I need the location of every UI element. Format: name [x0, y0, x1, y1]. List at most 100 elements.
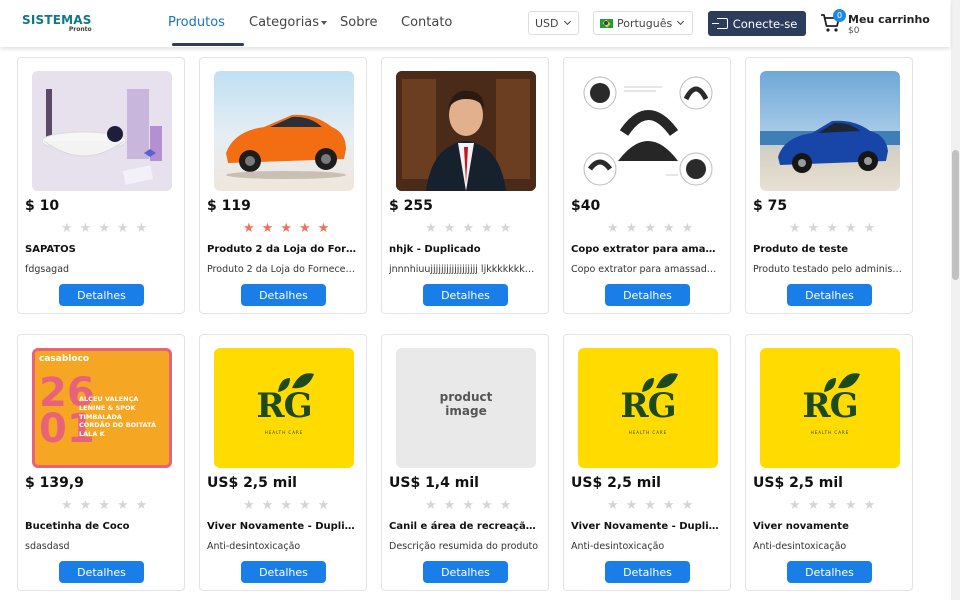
- star-icon: ★: [116, 221, 129, 236]
- star-icon: ★: [135, 221, 148, 236]
- star-icon: ★: [61, 498, 73, 513]
- details-button[interactable]: Detalhes: [241, 561, 326, 583]
- chevron-down-icon: [563, 17, 571, 26]
- product-description: jnnnhiuujjjjjjjjjjjjjjjjjj ljkkkkkkkkkkk: [389, 264, 539, 275]
- star-icon: ★: [826, 221, 838, 236]
- details-button[interactable]: Detalhes: [59, 561, 144, 583]
- star-icon: ★: [644, 498, 656, 513]
- star-icon: ★: [98, 498, 110, 513]
- star-icon: ★: [662, 498, 675, 513]
- nav-link-contato[interactable]: Contato: [401, 15, 452, 30]
- currency-select[interactable]: USD: [528, 11, 579, 35]
- product-description: Anti-desintoxicação: [571, 541, 665, 552]
- product-card: product image US$ 1,4 mil ★ ★ ★ ★ ★ Canil e …: [381, 334, 549, 591]
- product-image[interactable]: [578, 71, 718, 191]
- star-icon: ★: [280, 498, 292, 513]
- star-icon: ★: [317, 221, 330, 236]
- star-icon: ★: [844, 498, 857, 513]
- product-image[interactable]: RG HEALTH CARE: [214, 348, 354, 468]
- star-icon: ★: [317, 498, 330, 513]
- rg-logo: RG: [256, 386, 312, 426]
- star-icon: ★: [625, 498, 638, 513]
- product-image[interactable]: [760, 71, 900, 191]
- brand-name: SISTEMAS: [22, 13, 92, 27]
- rating-stars: ★ ★ ★ ★ ★: [789, 221, 875, 236]
- product-image[interactable]: RG HEALTH CARE: [578, 348, 718, 468]
- product-card: RG HEALTH CARE US$ 2,5 mil ★ ★ ★ ★ ★ Viver N…: [563, 334, 731, 591]
- rg-tagline: HEALTH CARE: [810, 430, 850, 435]
- rg-tagline: HEALTH CARE: [264, 430, 304, 435]
- star-icon: ★: [79, 498, 92, 513]
- details-button[interactable]: Detalhes: [423, 561, 508, 583]
- nav-link-sobre[interactable]: Sobre: [340, 15, 378, 30]
- product-name[interactable]: Produto de teste: [753, 244, 903, 255]
- product-card: $ 75 ★ ★ ★ ★ ★ Produto de teste Produto test…: [745, 57, 913, 314]
- star-icon: ★: [61, 221, 73, 236]
- brazil-flag-icon: [600, 18, 613, 28]
- product-card: casabloco 26 01 ALCEU VALENÇA LENINE & S…: [17, 334, 185, 591]
- star-icon: ★: [499, 498, 512, 513]
- nav-link-categorias[interactable]: Categorias: [249, 15, 319, 30]
- language-value: Português: [617, 16, 673, 30]
- product-description: Copo extrator para amassados em carros: [571, 264, 721, 275]
- star-icon: ★: [280, 221, 292, 236]
- details-button[interactable]: Detalhes: [787, 561, 872, 583]
- product-image[interactable]: [396, 71, 536, 191]
- login-label: Conecte-se: [732, 16, 798, 31]
- details-button[interactable]: Detalhes: [241, 284, 326, 306]
- star-icon: ★: [298, 498, 311, 513]
- product-name[interactable]: Canil e área de recreação para cães: [389, 521, 539, 532]
- star-icon: ★: [443, 498, 456, 513]
- rating-stars: ★ ★ ★ ★ ★: [243, 498, 329, 513]
- login-button[interactable]: Conecte-se: [708, 11, 806, 36]
- blue-car-illustration: [760, 120, 900, 173]
- caret-down-icon[interactable]: [321, 21, 327, 25]
- cart-total: $0: [848, 26, 860, 36]
- cart-title[interactable]: Meu carrinho: [848, 13, 930, 26]
- active-nav-indicator: [172, 43, 244, 46]
- star-icon: ★: [243, 498, 255, 513]
- rating-stars: ★ ★ ★ ★ ★: [425, 498, 511, 513]
- currency-value: USD: [535, 16, 559, 30]
- top-navbar: SISTEMAS Pronto Produtos Categorias Sobr…: [0, 0, 950, 47]
- brand-logo[interactable]: SISTEMAS Pronto: [22, 14, 92, 33]
- product-image[interactable]: product image: [396, 348, 536, 468]
- details-button[interactable]: Detalhes: [605, 284, 690, 306]
- details-button[interactable]: Detalhes: [605, 561, 690, 583]
- person-illustration: [396, 71, 536, 191]
- product-description: Anti-desintoxicação: [753, 541, 847, 552]
- details-button[interactable]: Detalhes: [59, 284, 144, 306]
- star-icon: ★: [863, 221, 876, 236]
- product-image[interactable]: [32, 71, 172, 191]
- product-name[interactable]: nhjk - Duplicado: [389, 244, 539, 255]
- star-icon: ★: [844, 221, 857, 236]
- rg-logo: RG: [620, 386, 676, 426]
- product-image[interactable]: RG HEALTH CARE: [760, 348, 900, 468]
- product-name[interactable]: Viver Novamente - Duplicado - Duplicado: [207, 521, 357, 532]
- product-image[interactable]: casabloco 26 01 ALCEU VALENÇA LENINE & S…: [32, 348, 172, 468]
- product-name[interactable]: Bucetinha de Coco: [25, 521, 175, 532]
- details-button[interactable]: Detalhes: [423, 284, 508, 306]
- star-icon: ★: [789, 221, 801, 236]
- product-name[interactable]: Viver Novamente - Duplicado: [571, 521, 721, 532]
- product-description: fdgsagad: [25, 264, 70, 275]
- cart-button[interactable]: 0: [820, 9, 846, 34]
- product-name[interactable]: SAPATOS: [25, 244, 175, 255]
- sink-illustration: [32, 71, 172, 191]
- product-name[interactable]: Produto 2 da Loja do Fornecedor: [207, 244, 357, 255]
- scrollbar-thumb[interactable]: [952, 150, 959, 280]
- product-name[interactable]: Copo extrator para amassados: [571, 244, 721, 255]
- star-icon: ★: [625, 221, 638, 236]
- language-select[interactable]: Português: [593, 11, 693, 35]
- star-icon: ★: [480, 221, 493, 236]
- poster-date: 26 01: [39, 370, 95, 452]
- star-icon: ★: [662, 221, 675, 236]
- suction-cup-illustration: [583, 76, 713, 186]
- placeholder-label: product image: [439, 390, 493, 419]
- page-scrollbar[interactable]: [951, 0, 960, 600]
- details-button[interactable]: Detalhes: [787, 284, 872, 306]
- product-description: Anti-desintoxicação: [207, 541, 301, 552]
- nav-link-produtos[interactable]: Produtos: [168, 15, 225, 30]
- product-image[interactable]: [214, 71, 354, 191]
- product-name[interactable]: Viver novamente: [753, 521, 903, 532]
